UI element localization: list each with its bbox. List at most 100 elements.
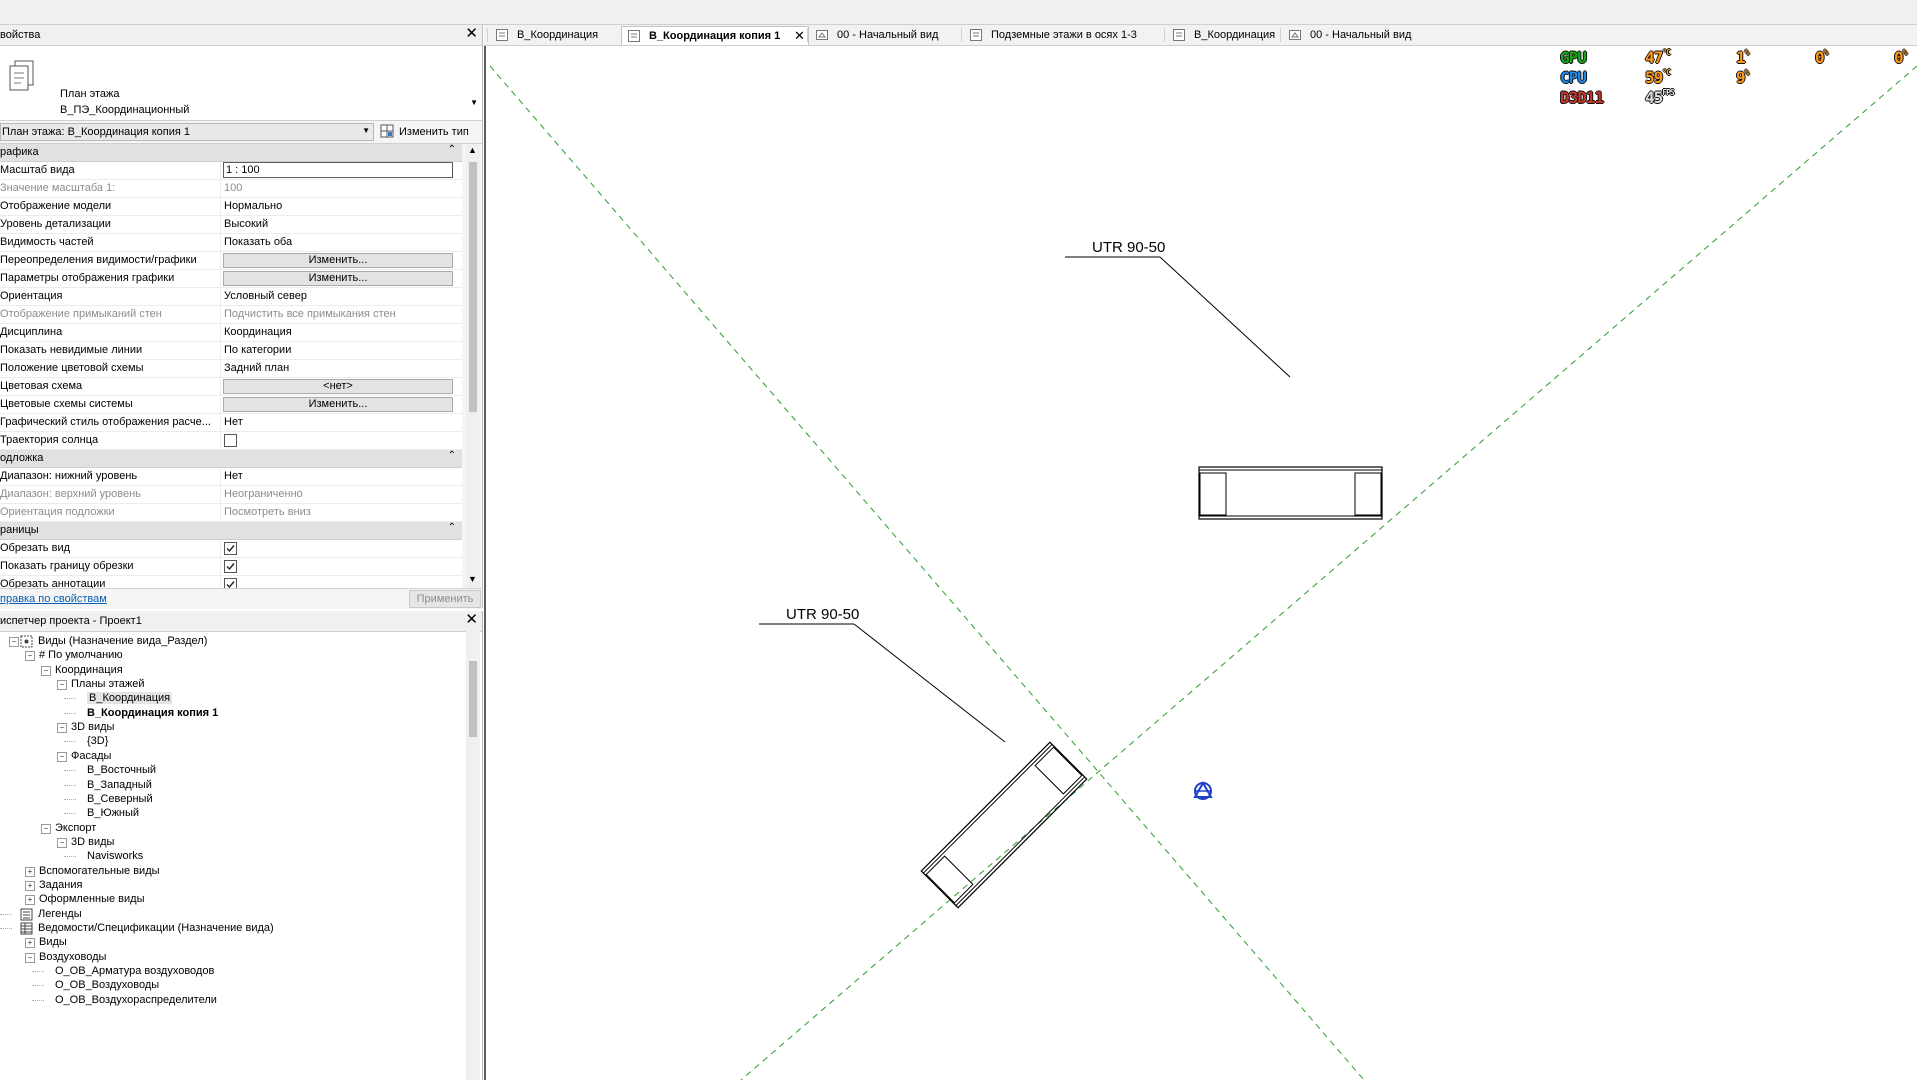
property-name: Отображение примыканий стен [0, 308, 162, 320]
edit-type-icon [380, 124, 394, 138]
gpu-label: GPU [1560, 48, 1587, 67]
equipment-tag-label[interactable]: UTR 90-50 [1092, 239, 1165, 256]
property-value[interactable]: Задний план [224, 362, 452, 374]
column-divider [220, 234, 221, 251]
collapse-icon[interactable]: ⌃ [448, 522, 456, 533]
grid-line[interactable] [489, 65, 1365, 1080]
property-value[interactable]: По категории [224, 344, 452, 356]
scrollbar-thumb[interactable] [469, 162, 477, 412]
expand-icon[interactable]: + [25, 880, 35, 891]
property-checkbox[interactable] [224, 578, 237, 588]
chevron-down-icon[interactable]: ▼ [470, 98, 478, 107]
property-section-header[interactable]: рафика ⌃ [0, 144, 462, 162]
collapse-icon[interactable]: − [9, 637, 19, 647]
view-tab[interactable]: Подземные этажи в осях 1-3 [964, 26, 1154, 44]
browser-scrollbar[interactable] [466, 631, 480, 1080]
close-icon[interactable]: ✕ [465, 26, 478, 42]
tree-node-label: Легенды [38, 907, 82, 920]
property-value[interactable]: Высокий [224, 218, 452, 230]
project-base-point-icon[interactable] [1193, 780, 1213, 800]
property-row: Графический стиль отображения расче... Не… [0, 414, 462, 432]
equipment-unit[interactable] [1198, 466, 1383, 520]
scroll-up-icon[interactable]: ▲ [468, 145, 477, 155]
tree-node[interactable]: О_ОВ_Воздухораспределители [0, 993, 464, 1009]
collapse-icon[interactable]: ⌃ [448, 450, 456, 461]
property-name: Положение цветовой схемы [0, 362, 144, 374]
property-value[interactable]: Нет [224, 416, 452, 428]
view-tab[interactable]: В_Координация [1167, 26, 1275, 44]
equipment-unit-rotated[interactable] [920, 741, 1088, 909]
property-value[interactable]: Нет [224, 470, 452, 482]
property-value[interactable]: Показать оба [224, 236, 452, 248]
property-value: Подчистить все примыкания стен [224, 308, 396, 320]
property-value-input[interactable]: 1 : 100 [223, 162, 453, 178]
property-checkbox[interactable] [224, 542, 237, 555]
expand-icon[interactable]: + [25, 938, 35, 949]
collapse-icon[interactable]: − [57, 751, 67, 762]
property-row: Диапазон: нижний уровень Нет [0, 468, 462, 486]
tag-leader-line [853, 623, 1006, 743]
apply-button[interactable]: Применить [409, 590, 481, 608]
property-value[interactable]: Условный север [224, 290, 452, 302]
collapse-icon[interactable]: − [57, 837, 67, 848]
property-row: Отображение модели Нормально [0, 198, 462, 216]
property-edit-button[interactable]: <нет> [223, 379, 453, 394]
property-edit-button[interactable]: Изменить... [223, 397, 453, 412]
tree-node-label: Фасады [71, 749, 112, 762]
collapse-icon[interactable]: − [25, 952, 35, 963]
column-divider [220, 468, 221, 485]
tree-connector [64, 698, 76, 700]
property-edit-button[interactable]: Изменить... [223, 253, 453, 268]
property-section-header[interactable]: одложка ⌃ [0, 450, 462, 468]
view-tab[interactable]: 00 - Начальный вид [1283, 26, 1423, 44]
close-icon[interactable]: ✕ [794, 28, 805, 44]
close-icon[interactable]: ✕ [465, 612, 478, 628]
property-name: Цветовая схема [0, 380, 83, 392]
instance-filter-dropdown[interactable]: План этажа: В_Координация копия 1 ▼ [0, 123, 374, 141]
properties-scrollbar[interactable]: ▲ ▼ [466, 144, 480, 588]
section-title: раницы [0, 524, 39, 536]
gpu-load: 1% [1736, 48, 1749, 67]
property-name: Значение масштаба 1: [0, 182, 116, 194]
view-tab[interactable]: 00 - Начальный вид [810, 26, 940, 44]
property-name: Масштаб вида [0, 164, 75, 176]
expand-icon[interactable]: + [25, 866, 35, 877]
property-value[interactable]: Нормально [224, 200, 452, 212]
collapse-icon[interactable]: − [57, 680, 67, 691]
property-checkbox[interactable] [224, 434, 237, 447]
tab-label: 00 - Начальный вид [1310, 29, 1412, 41]
tree-connector [0, 928, 12, 929]
property-section-header[interactable]: раницы ⌃ [0, 522, 462, 540]
view-tab[interactable]: В_Координация копия 1 ✕ [621, 26, 809, 45]
3d-view-icon [816, 29, 828, 41]
edit-type-button[interactable]: Изменить тип [378, 123, 478, 141]
cpu-temp: 59°C [1645, 68, 1671, 87]
tree-node-label: # По умолчанию [39, 649, 123, 662]
tag-leader-line [1159, 256, 1291, 378]
tree-node-label: Вспомогательные виды [39, 864, 160, 877]
equipment-tag-label[interactable]: UTR 90-50 [786, 606, 859, 623]
drawing-area[interactable]: UTR 90-50 UTR 90-50 [484, 46, 1917, 1080]
grid-line[interactable] [740, 65, 1917, 1080]
expand-icon[interactable]: + [25, 895, 35, 906]
property-value[interactable]: Координация [224, 326, 452, 338]
collapse-icon[interactable]: − [41, 665, 51, 676]
view-tab[interactable]: В_Координация [490, 26, 610, 44]
properties-help-link[interactable]: правка по свойствам [0, 593, 107, 605]
tree-node-label: Виды [39, 936, 67, 949]
column-divider [220, 414, 221, 431]
scrollbar-thumb[interactable] [469, 661, 477, 737]
property-name: Показать границу обрезки [0, 560, 134, 572]
scroll-down-icon[interactable]: ▼ [468, 574, 477, 584]
collapse-icon[interactable]: ⌃ [448, 144, 456, 155]
property-checkbox[interactable] [224, 560, 237, 573]
property-row: Ориентация Условный север [0, 288, 462, 306]
property-edit-button[interactable]: Изменить... [223, 271, 453, 286]
floor-plan-icon [628, 30, 640, 42]
collapse-icon[interactable]: − [57, 723, 67, 734]
collapse-icon[interactable]: − [25, 651, 35, 662]
properties-title-bar: войства ✕ [0, 25, 482, 46]
type-selector[interactable]: План этажа В_ПЭ_Координационный ▼ [0, 46, 482, 121]
collapse-icon[interactable]: − [41, 823, 51, 834]
drawing-canvas[interactable]: UTR 90-50 UTR 90-50 [486, 46, 1917, 1080]
